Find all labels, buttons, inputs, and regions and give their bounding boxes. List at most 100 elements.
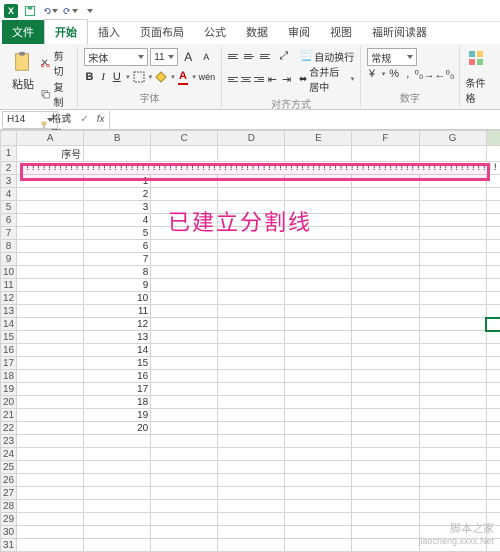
cell[interactable]	[285, 214, 352, 227]
cell[interactable]: 14	[84, 344, 151, 357]
cell[interactable]	[218, 146, 285, 162]
cell[interactable]	[218, 227, 285, 240]
cell[interactable]	[352, 305, 419, 318]
tab-data[interactable]: 数据	[236, 20, 278, 44]
cell[interactable]	[151, 435, 218, 448]
cell[interactable]	[218, 344, 285, 357]
cell[interactable]	[285, 279, 352, 292]
currency-icon[interactable]: ¥	[367, 66, 376, 82]
cell[interactable]	[486, 396, 500, 409]
cell[interactable]	[352, 474, 419, 487]
cell[interactable]: 17	[84, 383, 151, 396]
row-header[interactable]: 23	[1, 435, 17, 448]
row-header[interactable]: 3	[1, 175, 17, 188]
cell[interactable]	[419, 240, 486, 253]
cell[interactable]	[352, 188, 419, 201]
cell[interactable]	[285, 227, 352, 240]
cancel-formula-icon[interactable]: ✕	[60, 114, 76, 125]
cell[interactable]	[486, 201, 500, 214]
align-center-icon[interactable]	[241, 72, 252, 86]
cell[interactable]	[352, 370, 419, 383]
cell[interactable]	[419, 539, 486, 552]
indent-decrease-icon[interactable]: ⇤	[266, 71, 278, 87]
cell[interactable]	[285, 266, 352, 279]
align-middle-icon[interactable]	[244, 49, 258, 63]
cell[interactable]	[151, 305, 218, 318]
cell[interactable]	[285, 448, 352, 461]
align-left-icon[interactable]	[228, 72, 239, 86]
cell[interactable]	[285, 253, 352, 266]
row-header[interactable]: 15	[1, 331, 17, 344]
cell[interactable]	[218, 357, 285, 370]
merge-button[interactable]: 合并后居中	[309, 64, 348, 94]
conditional-format-icon[interactable]	[466, 48, 488, 70]
cell[interactable]: 15	[84, 357, 151, 370]
cell[interactable]	[17, 474, 84, 487]
cell[interactable]	[486, 266, 500, 279]
tab-foxit[interactable]: 福昕阅读器	[362, 20, 437, 44]
cell[interactable]: 5	[84, 227, 151, 240]
cell[interactable]	[84, 461, 151, 474]
cell[interactable]	[218, 318, 285, 331]
increase-font-icon[interactable]: A	[180, 49, 196, 65]
cell[interactable]	[486, 175, 500, 188]
cell[interactable]	[17, 175, 84, 188]
border-icon[interactable]	[133, 69, 145, 85]
cell[interactable]	[486, 344, 500, 357]
qat-customize-icon[interactable]	[82, 3, 98, 19]
cell[interactable]	[285, 318, 352, 331]
font-size-select[interactable]: 11	[150, 48, 178, 66]
cell[interactable]	[17, 214, 84, 227]
cell[interactable]	[151, 344, 218, 357]
cell[interactable]	[218, 396, 285, 409]
indent-increase-icon[interactable]: ⇥	[281, 71, 293, 87]
comma-icon[interactable]: ,	[403, 66, 412, 82]
cell[interactable]	[419, 214, 486, 227]
cell[interactable]	[17, 292, 84, 305]
italic-button[interactable]: I	[98, 69, 109, 85]
cell[interactable]	[151, 461, 218, 474]
cell[interactable]	[352, 240, 419, 253]
cell[interactable]: 16	[84, 370, 151, 383]
cell[interactable]	[151, 448, 218, 461]
cell[interactable]	[218, 487, 285, 500]
cell[interactable]	[486, 409, 500, 422]
cell[interactable]	[486, 461, 500, 474]
row-header[interactable]: 25	[1, 461, 17, 474]
cell[interactable]	[218, 331, 285, 344]
cell[interactable]	[151, 513, 218, 526]
cell[interactable]	[419, 461, 486, 474]
cell[interactable]	[486, 370, 500, 383]
cell[interactable]	[151, 383, 218, 396]
cell[interactable]	[17, 487, 84, 500]
cell[interactable]	[352, 500, 419, 513]
cell[interactable]	[352, 318, 419, 331]
cell[interactable]	[285, 409, 352, 422]
cell[interactable]: 7	[84, 253, 151, 266]
align-right-icon[interactable]	[253, 72, 264, 86]
cell[interactable]	[151, 539, 218, 552]
copy-button[interactable]: 复制	[40, 79, 71, 109]
row-header[interactable]: 8	[1, 240, 17, 253]
cell[interactable]	[419, 227, 486, 240]
cell[interactable]	[486, 188, 500, 201]
cell[interactable]	[218, 461, 285, 474]
cell[interactable]	[352, 292, 419, 305]
wrap-text-button[interactable]: 自动换行	[314, 49, 354, 64]
cell[interactable]	[486, 146, 500, 162]
cell[interactable]	[218, 370, 285, 383]
cell[interactable]	[218, 422, 285, 435]
cell[interactable]	[218, 383, 285, 396]
cell[interactable]	[17, 448, 84, 461]
cell[interactable]	[486, 240, 500, 253]
cell[interactable]	[486, 422, 500, 435]
cell[interactable]	[486, 318, 500, 331]
cell[interactable]	[352, 526, 419, 539]
cell[interactable]	[17, 370, 84, 383]
decrease-decimal-icon[interactable]: ←⁰₀	[437, 66, 453, 82]
cell[interactable]	[151, 526, 218, 539]
cell[interactable]	[285, 461, 352, 474]
cell[interactable]	[218, 448, 285, 461]
cell[interactable]	[285, 435, 352, 448]
cell[interactable]: 9	[84, 279, 151, 292]
